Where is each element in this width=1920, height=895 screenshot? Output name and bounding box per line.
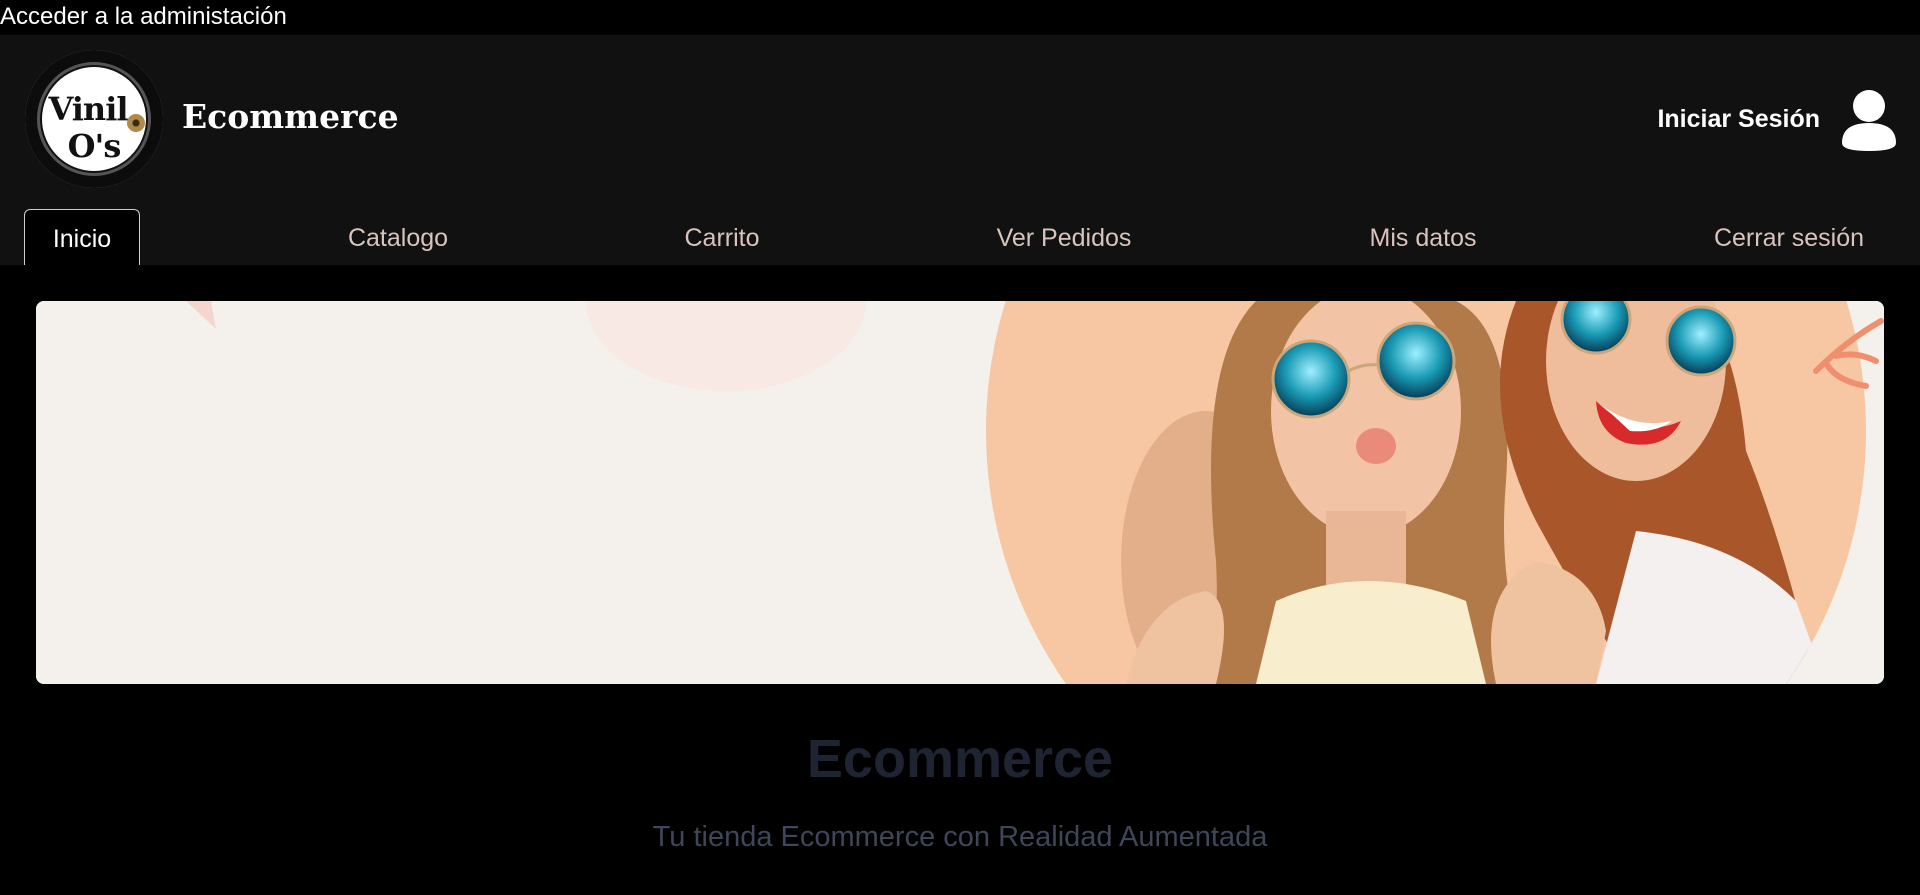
user-icon[interactable]: [1840, 89, 1898, 151]
tab-ver-pedidos[interactable]: Ver Pedidos: [978, 209, 1150, 265]
vinyl-disc-icon: [127, 114, 145, 132]
site-header: Vinil O's Ecommerce Iniciar Sesión Inici…: [0, 35, 1920, 265]
tab-inicio[interactable]: Inicio: [24, 209, 140, 265]
login-link[interactable]: Iniciar Sesión: [1657, 105, 1820, 134]
banner-image: [36, 301, 1884, 684]
hero-banner: [36, 301, 1884, 684]
tab-mis-datos[interactable]: Mis datos: [1340, 209, 1506, 265]
logo-line2: O's: [67, 127, 122, 165]
main-nav: Inicio Catalogo Carrito Ver Pedidos Mis …: [0, 209, 1920, 265]
brand-name: Ecommerce: [182, 97, 399, 136]
admin-link[interactable]: Acceder a la administación: [0, 2, 287, 34]
hero-title: Ecommerce: [806, 729, 1114, 789]
tab-carrito[interactable]: Carrito: [652, 209, 792, 265]
vinilos-logo[interactable]: Vinil O's: [25, 50, 163, 188]
tab-cerrar-sesion[interactable]: Cerrar sesión: [1696, 209, 1882, 265]
hero-subtitle: Tu tienda Ecommerce con Realidad Aumenta…: [652, 821, 1268, 853]
tab-catalogo[interactable]: Catalogo: [318, 209, 478, 265]
